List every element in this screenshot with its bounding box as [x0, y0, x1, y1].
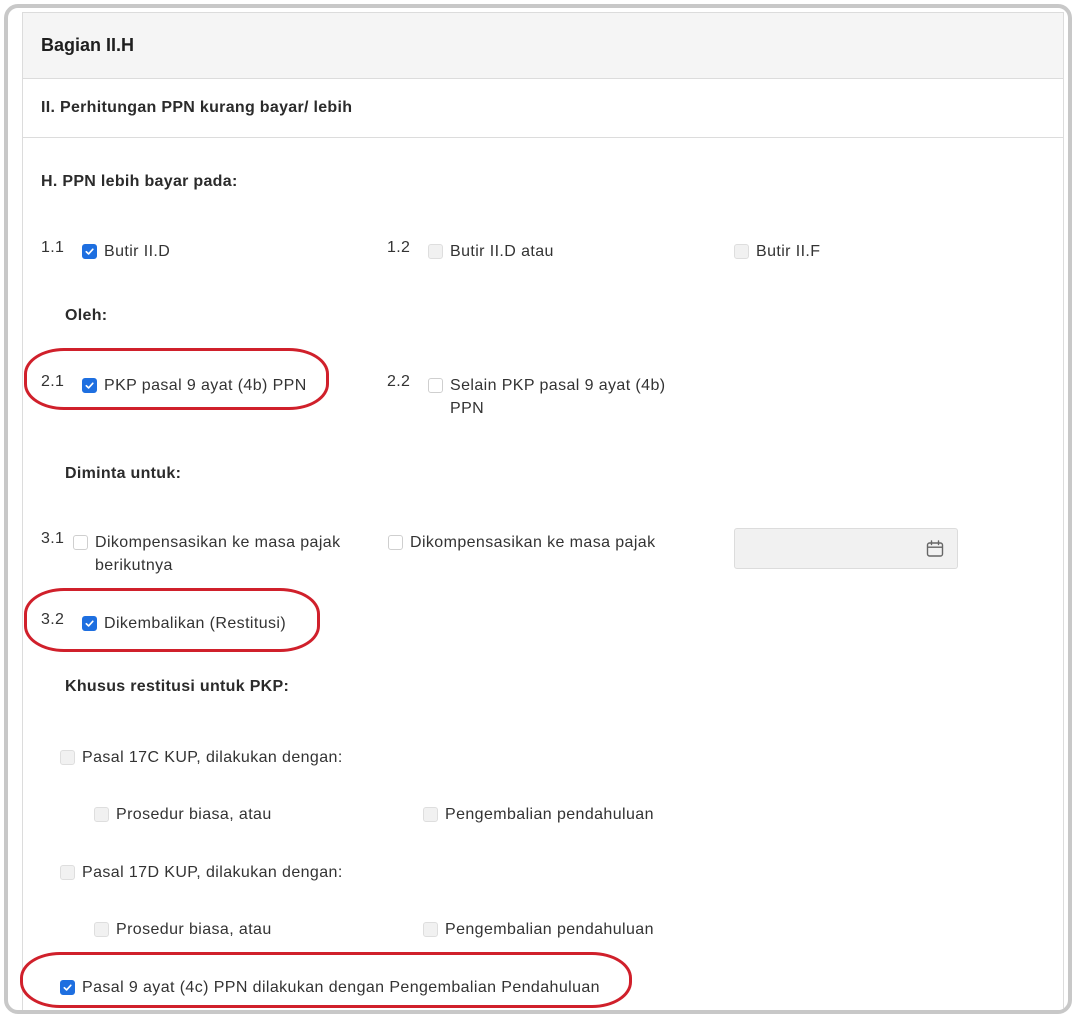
checkbox-butir-iif[interactable]: [734, 244, 749, 259]
label-selain-pkp: Selain PKP pasal 9 ayat (4b) PPN: [450, 374, 665, 420]
masa-pajak-date-input[interactable]: [734, 528, 958, 569]
checkbox-kompensasi-berikutnya[interactable]: [73, 535, 88, 550]
label-selain-pkp-line1: Selain PKP pasal 9 ayat (4b): [450, 377, 666, 394]
label-butir-iid: Butir II.D: [104, 243, 171, 260]
label-pasal-9-4c: Pasal 9 ayat (4c) PPN dilakukan dengan P…: [82, 979, 600, 996]
option-dikembalikan[interactable]: Dikembalikan (Restitusi): [82, 612, 286, 635]
diminta-heading: Diminta untuk:: [65, 465, 182, 482]
checkbox-17c-prosedur-biasa[interactable]: [94, 807, 109, 822]
label-kompensasi-berikutnya: Dikompensasikan ke masa pajak berikutnya: [95, 531, 341, 577]
checkbox-kompensasi-masa[interactable]: [388, 535, 403, 550]
section-subtitle-bar: II. Perhitungan PPN kurang bayar/ lebih: [23, 79, 1063, 138]
section-subtitle: II. Perhitungan PPN kurang bayar/ lebih: [41, 99, 353, 116]
checkbox-pasal-9-4c[interactable]: [60, 980, 75, 995]
card-header: Bagian II.H: [23, 13, 1063, 79]
row-number-2-2: 2.2: [387, 373, 411, 390]
label-17d-prosedur-biasa: Prosedur biasa, atau: [116, 921, 272, 938]
row-number-1-2: 1.2: [387, 239, 411, 256]
option-17c-prosedur-biasa[interactable]: Prosedur biasa, atau: [94, 803, 272, 826]
label-pasal-17c: Pasal 17C KUP, dilakukan dengan:: [82, 749, 343, 766]
checkbox-pkp-pasal-9[interactable]: [82, 378, 97, 393]
option-selain-pkp[interactable]: Selain PKP pasal 9 ayat (4b) PPN: [428, 374, 665, 420]
form-card: Bagian II.H II. Perhitungan PPN kurang b…: [22, 12, 1064, 1010]
section-h-heading: H. PPN lebih bayar pada:: [41, 173, 238, 190]
option-kompensasi-masa[interactable]: Dikompensasikan ke masa pajak: [388, 531, 656, 554]
checkbox-selain-pkp[interactable]: [428, 378, 443, 393]
label-dikembalikan: Dikembalikan (Restitusi): [104, 615, 287, 632]
option-butir-iid-atau[interactable]: Butir II.D atau: [428, 240, 554, 263]
checkbox-pasal-17d[interactable]: [60, 865, 75, 880]
option-butir-iif[interactable]: Butir II.F: [734, 240, 820, 263]
label-selain-pkp-line2: PPN: [450, 400, 485, 417]
checkmark-icon: [85, 620, 94, 627]
label-kompensasi-masa: Dikompensasikan ke masa pajak: [410, 534, 656, 551]
option-17c-pengembalian[interactable]: Pengembalian pendahuluan: [423, 803, 654, 826]
option-pasal-17d[interactable]: Pasal 17D KUP, dilakukan dengan:: [60, 861, 343, 884]
screenshot-frame: Bagian II.H II. Perhitungan PPN kurang b…: [4, 4, 1072, 1014]
option-pasal-17c[interactable]: Pasal 17C KUP, dilakukan dengan:: [60, 746, 343, 769]
checkbox-17d-prosedur-biasa[interactable]: [94, 922, 109, 937]
label-17d-pengembalian: Pengembalian pendahuluan: [445, 921, 654, 938]
option-butir-iid[interactable]: Butir II.D: [82, 240, 170, 263]
label-17c-prosedur-biasa: Prosedur biasa, atau: [116, 806, 272, 823]
row-number-3-2: 3.2: [41, 611, 65, 628]
checkmark-icon: [85, 248, 94, 255]
oleh-heading: Oleh:: [65, 307, 108, 324]
checkbox-butir-iid-atau[interactable]: [428, 244, 443, 259]
khusus-restitusi-heading: Khusus restitusi untuk PKP:: [65, 678, 290, 695]
label-17c-pengembalian: Pengembalian pendahuluan: [445, 806, 654, 823]
checkbox-pasal-17c[interactable]: [60, 750, 75, 765]
label-pkp-pasal-9: PKP pasal 9 ayat (4b) PPN: [104, 377, 307, 394]
row-number-1-1: 1.1: [41, 239, 65, 256]
row-number-2-1: 2.1: [41, 373, 65, 390]
checkbox-17c-pengembalian[interactable]: [423, 807, 438, 822]
checkmark-icon: [85, 382, 94, 389]
calendar-icon[interactable]: [925, 539, 945, 559]
label-butir-iid-atau: Butir II.D atau: [450, 243, 554, 260]
label-kompensasi-line1: Dikompensasikan ke masa pajak: [95, 534, 341, 551]
option-17d-pengembalian[interactable]: Pengembalian pendahuluan: [423, 918, 654, 941]
checkbox-butir-iid[interactable]: [82, 244, 97, 259]
checkbox-17d-pengembalian[interactable]: [423, 922, 438, 937]
row-number-3-1: 3.1: [41, 530, 65, 547]
option-pkp-pasal-9[interactable]: PKP pasal 9 ayat (4b) PPN: [82, 374, 307, 397]
option-17d-prosedur-biasa[interactable]: Prosedur biasa, atau: [94, 918, 272, 941]
option-pasal-9-4c[interactable]: Pasal 9 ayat (4c) PPN dilakukan dengan P…: [60, 976, 600, 999]
label-pasal-17d: Pasal 17D KUP, dilakukan dengan:: [82, 864, 343, 881]
card-title: Bagian II.H: [41, 35, 135, 55]
option-kompensasi-berikutnya[interactable]: Dikompensasikan ke masa pajak berikutnya: [73, 531, 341, 577]
label-kompensasi-line2: berikutnya: [95, 557, 173, 574]
checkbox-dikembalikan[interactable]: [82, 616, 97, 631]
label-butir-iif: Butir II.F: [756, 243, 821, 260]
checkmark-icon: [63, 984, 72, 991]
